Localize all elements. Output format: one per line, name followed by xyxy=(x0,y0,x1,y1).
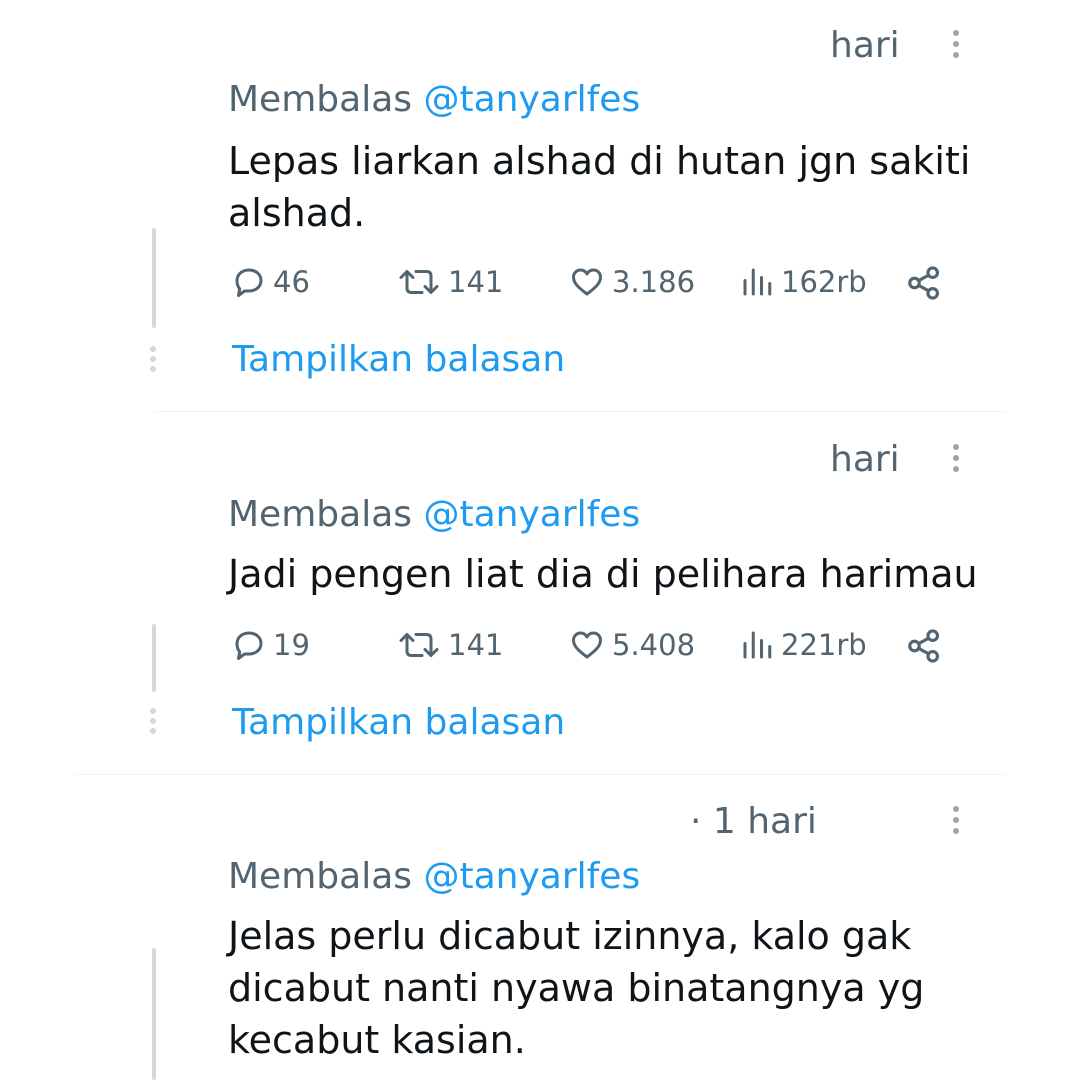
tweet-time: hari xyxy=(830,439,900,480)
share-button[interactable] xyxy=(905,627,943,665)
heart-icon xyxy=(572,631,602,659)
reply-context: Membalas @tanyarlfes xyxy=(228,82,640,118)
retweet-count: 141 xyxy=(448,627,504,662)
like-count: 3.186 xyxy=(612,264,696,299)
heart-icon xyxy=(572,268,602,296)
views-button[interactable]: 162rb xyxy=(739,264,867,300)
tweet-time: · 1 hari xyxy=(690,801,817,842)
retweet-button[interactable]: 141 xyxy=(396,264,503,300)
reply-handle-link[interactable]: @tanyarlfes xyxy=(423,79,640,120)
more-options-icon[interactable] xyxy=(953,806,961,839)
divider xyxy=(75,774,1005,775)
divider xyxy=(155,411,1005,412)
reply-handle-link[interactable]: @tanyarlfes xyxy=(423,494,640,535)
retweet-icon xyxy=(399,633,439,657)
thread-dots-icon xyxy=(150,708,156,738)
show-replies-link[interactable]: Tampilkan balasan xyxy=(232,342,565,378)
tweet-text-line: dicabut nanti nyawa binatangnya yg xyxy=(228,966,925,1010)
show-replies-link[interactable]: Tampilkan balasan xyxy=(232,705,565,741)
views-count: 221rb xyxy=(781,627,867,662)
reply-handle-link[interactable]: @tanyarlfes xyxy=(423,856,640,897)
tweet-text-line: kecabut kasian. xyxy=(228,1018,526,1062)
reply-context: Membalas @tanyarlfes xyxy=(228,497,640,533)
like-count: 5.408 xyxy=(612,627,696,662)
reply-button[interactable]: 46 xyxy=(231,264,310,300)
tweet-text: Lepas liarkan alshad di hutan jgn sakiti… xyxy=(228,135,988,239)
like-button[interactable]: 5.408 xyxy=(568,627,695,663)
tweet-text-line: Jadi pengen liat dia di pelihara harimau xyxy=(228,552,978,596)
share-button[interactable] xyxy=(905,264,943,302)
reply-context: Membalas @tanyarlfes xyxy=(228,859,640,895)
tweet-text-line: Jelas perlu dicabut izinnya, kalo gak xyxy=(228,914,912,958)
views-icon xyxy=(743,268,772,296)
reply-icon xyxy=(235,268,263,297)
tweet-text: Jelas perlu dicabut izinnya, kalo gak di… xyxy=(228,910,988,1066)
views-icon xyxy=(743,631,772,659)
like-button[interactable]: 3.186 xyxy=(568,264,695,300)
reply-count: 19 xyxy=(273,627,310,662)
tweet-text-line: alshad. xyxy=(228,191,366,235)
thread-line xyxy=(152,948,156,1080)
share-icon xyxy=(908,629,940,663)
tweet-time: hari xyxy=(830,25,900,66)
retweet-icon xyxy=(399,270,439,294)
thread-line xyxy=(152,228,156,328)
reply-count: 46 xyxy=(273,264,310,299)
more-options-icon[interactable] xyxy=(953,30,961,63)
tweet-text: Jadi pengen liat dia di pelihara harimau xyxy=(228,548,988,600)
retweet-count: 141 xyxy=(448,264,504,299)
reply-prefix: Membalas xyxy=(228,79,413,120)
reply-icon xyxy=(235,631,263,660)
thread-dots-icon xyxy=(150,346,156,376)
tweet-text-line: Lepas liarkan alshad di hutan jgn sakiti xyxy=(228,139,971,183)
views-count: 162rb xyxy=(781,264,867,299)
reply-prefix: Membalas xyxy=(228,494,413,535)
reply-prefix: Membalas xyxy=(228,856,413,897)
views-button[interactable]: 221rb xyxy=(739,627,867,663)
thread-line xyxy=(152,624,156,692)
retweet-button[interactable]: 141 xyxy=(396,627,503,663)
share-icon xyxy=(908,266,940,300)
reply-button[interactable]: 19 xyxy=(231,627,310,663)
more-options-icon[interactable] xyxy=(953,444,961,477)
